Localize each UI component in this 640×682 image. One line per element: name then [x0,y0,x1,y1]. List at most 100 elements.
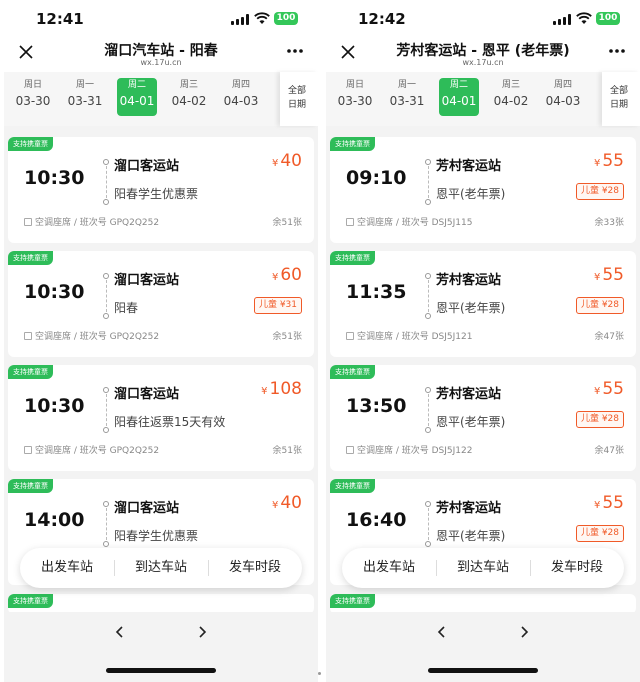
all-dates-button[interactable]: 全部 日期 [602,72,640,126]
date-tab[interactable]: 周四 04-03 [221,78,261,110]
chevron-left-icon[interactable] [114,626,126,638]
child-ticket-badge: 支持携童票 [330,365,375,379]
ticket-price: ¥55 [594,493,624,513]
currency-symbol: ¥ [271,272,279,283]
currency-symbol: ¥ [271,500,279,511]
date-tab-weekday: 周三 [501,80,520,90]
child-ticket-badge: 支持携童票 [330,137,375,151]
date-tab-weekday: 周日 [345,80,364,90]
date-tab[interactable]: 周二 04-01 [439,78,479,116]
checkbox-icon [346,218,354,226]
ticket-price: ¥108 [261,379,302,399]
bus-info: 空调座席 / 班次号 DSJ5J121 [346,329,472,342]
departure-time: 09:10 [346,167,407,189]
child-ticket-badge: 支持携童票 [330,251,375,265]
date-tab[interactable]: 周二 04-01 [117,78,157,116]
route-line [424,387,432,435]
chevron-right-icon[interactable] [518,626,530,638]
date-tab-date: 04-01 [441,94,477,108]
divider-dot [318,672,321,675]
date-tab[interactable]: 周四 04-03 [543,78,583,110]
date-tab-date: 03-30 [337,94,373,108]
child-price-tag: 儿童 ¥31 [253,297,302,314]
date-tab[interactable]: 周一 03-31 [387,78,427,110]
filter-departure-station-button[interactable]: 出发车站 [20,548,114,588]
child-ticket-badge: 支持携童票 [8,365,53,379]
origin-station: 芳村客运站 [436,273,502,288]
child-price-tag: 儿童 ¥28 [575,297,624,314]
date-tab[interactable]: 周日 03-30 [335,78,375,110]
date-tab-date: 03-30 [15,94,51,108]
schedule-card-partial[interactable]: 支持携童票 [330,594,636,614]
all-dates-label: 日期 [288,100,307,110]
price-value: 40 [280,151,302,171]
date-tab[interactable]: 周日 03-30 [13,78,53,110]
wifi-icon [576,12,592,24]
schedule-card[interactable]: 支持携童票 10:30 溜口客运站 阳春往返票15天有效 ¥108 空调座席 /… [8,365,314,471]
schedule-card[interactable]: 支持携童票 11:35 芳村客运站 恩平(老年票) ¥55 儿童 ¥28 空调座… [330,251,636,357]
close-icon[interactable] [18,44,34,60]
chevron-left-icon[interactable] [436,626,448,638]
checkbox-icon [24,446,32,454]
departure-time: 10:30 [24,281,85,303]
bus-info-text: 空调座席 / 班次号 DSJ5J121 [357,332,473,342]
ticket-price: ¥55 [594,151,624,171]
destination: 恩平(老年票) [436,187,506,201]
date-tab-date: 04-02 [493,94,529,108]
nav-bar: 芳村客运站 - 恩平 (老年票) wx.17u.cn [326,38,640,72]
schedule-card-partial[interactable]: 支持携童票 [8,594,314,614]
home-indicator [428,668,538,673]
child-ticket-badge: 支持携童票 [8,479,53,493]
more-icon[interactable] [286,48,304,54]
departure-time: 10:30 [24,395,85,417]
route-line [424,159,432,207]
date-tab-date: 04-03 [545,94,581,108]
more-icon[interactable] [608,48,626,54]
child-ticket-badge: 支持携童票 [330,479,375,493]
schedule-card[interactable]: 支持携童票 13:50 芳村客运站 恩平(老年票) ¥55 儿童 ¥28 空调座… [330,365,636,471]
close-icon[interactable] [340,44,356,60]
filter-arrival-station-button[interactable]: 到达车站 [436,548,530,588]
page-subtitle: wx.17u.cn [140,58,182,67]
date-selector: 周日03-30周一03-31周二04-01周三04-02周四04-030全部日期 [326,72,640,126]
child-price-tag: 儿童 ¥28 [575,411,624,428]
page-subtitle: wx.17u.cn [462,58,504,67]
destination: 阳春 [114,301,139,315]
schedule-card[interactable]: 支持携童票 09:10 芳村客运站 恩平(老年票) ¥55 儿童 ¥28 空调座… [330,137,636,243]
currency-symbol: ¥ [593,158,601,169]
all-dates-label: 全部 [288,86,307,96]
date-tab-weekday: 周二 [127,80,146,90]
origin-station: 溜口客运站 [114,387,180,402]
date-tab[interactable]: 周三 04-02 [169,78,209,110]
signal-icon [553,14,571,25]
filter-arrival-station-button[interactable]: 到达车站 [114,548,208,588]
all-dates-button[interactable]: 全部 日期 [280,72,318,126]
origin-station: 溜口客运站 [114,273,180,288]
schedule-card[interactable]: 支持携童票 10:30 溜口客运站 阳春学生优惠票 ¥40 空调座席 / 班次号… [8,137,314,243]
bus-info-text: 空调座席 / 班次号 GPQ2Q252 [35,446,160,456]
origin-station: 溜口客运站 [114,501,180,516]
phone-screen-right: 12:42 100 芳村客运站 - 恩平 (老年票) wx.17u.cn 周日 0… [326,0,640,682]
date-tab[interactable]: 周三 04-02 [491,78,531,110]
battery-icon: 100 [274,12,298,25]
all-dates-label: 全部 [610,86,629,96]
schedule-card[interactable]: 支持携童票 10:30 溜口客运站 阳春 ¥60 儿童 ¥31 空调座席 / 班… [8,251,314,357]
status-time: 12:42 [358,10,406,28]
chevron-right-icon[interactable] [196,626,208,638]
seats-left: 余33张 [594,218,624,228]
child-price-tag: 儿童 ¥28 [575,183,624,200]
date-tab[interactable]: 周一 03-31 [65,78,105,110]
departure-time: 14:00 [24,509,85,531]
filter-departure-time-button[interactable]: 发车时段 [530,548,624,588]
child-ticket-badge: 支持携童票 [8,137,53,151]
destination: 阳春学生优惠票 [114,187,199,201]
destination: 阳春学生优惠票 [114,529,199,543]
destination: 恩平(老年票) [436,301,506,315]
filter-departure-station-button[interactable]: 出发车站 [342,548,436,588]
phone-screen-left: 12:41 100 溜口汽车站 - 阳春 wx.17u.cn 周日 03-30 周一… [4,0,318,682]
date-tab-date: 04-02 [171,94,207,108]
filter-departure-time-button[interactable]: 发车时段 [208,548,302,588]
price-value: 55 [602,379,624,399]
child-ticket-badge: 支持携童票 [330,594,375,608]
seats-left: 余51张 [272,332,302,342]
